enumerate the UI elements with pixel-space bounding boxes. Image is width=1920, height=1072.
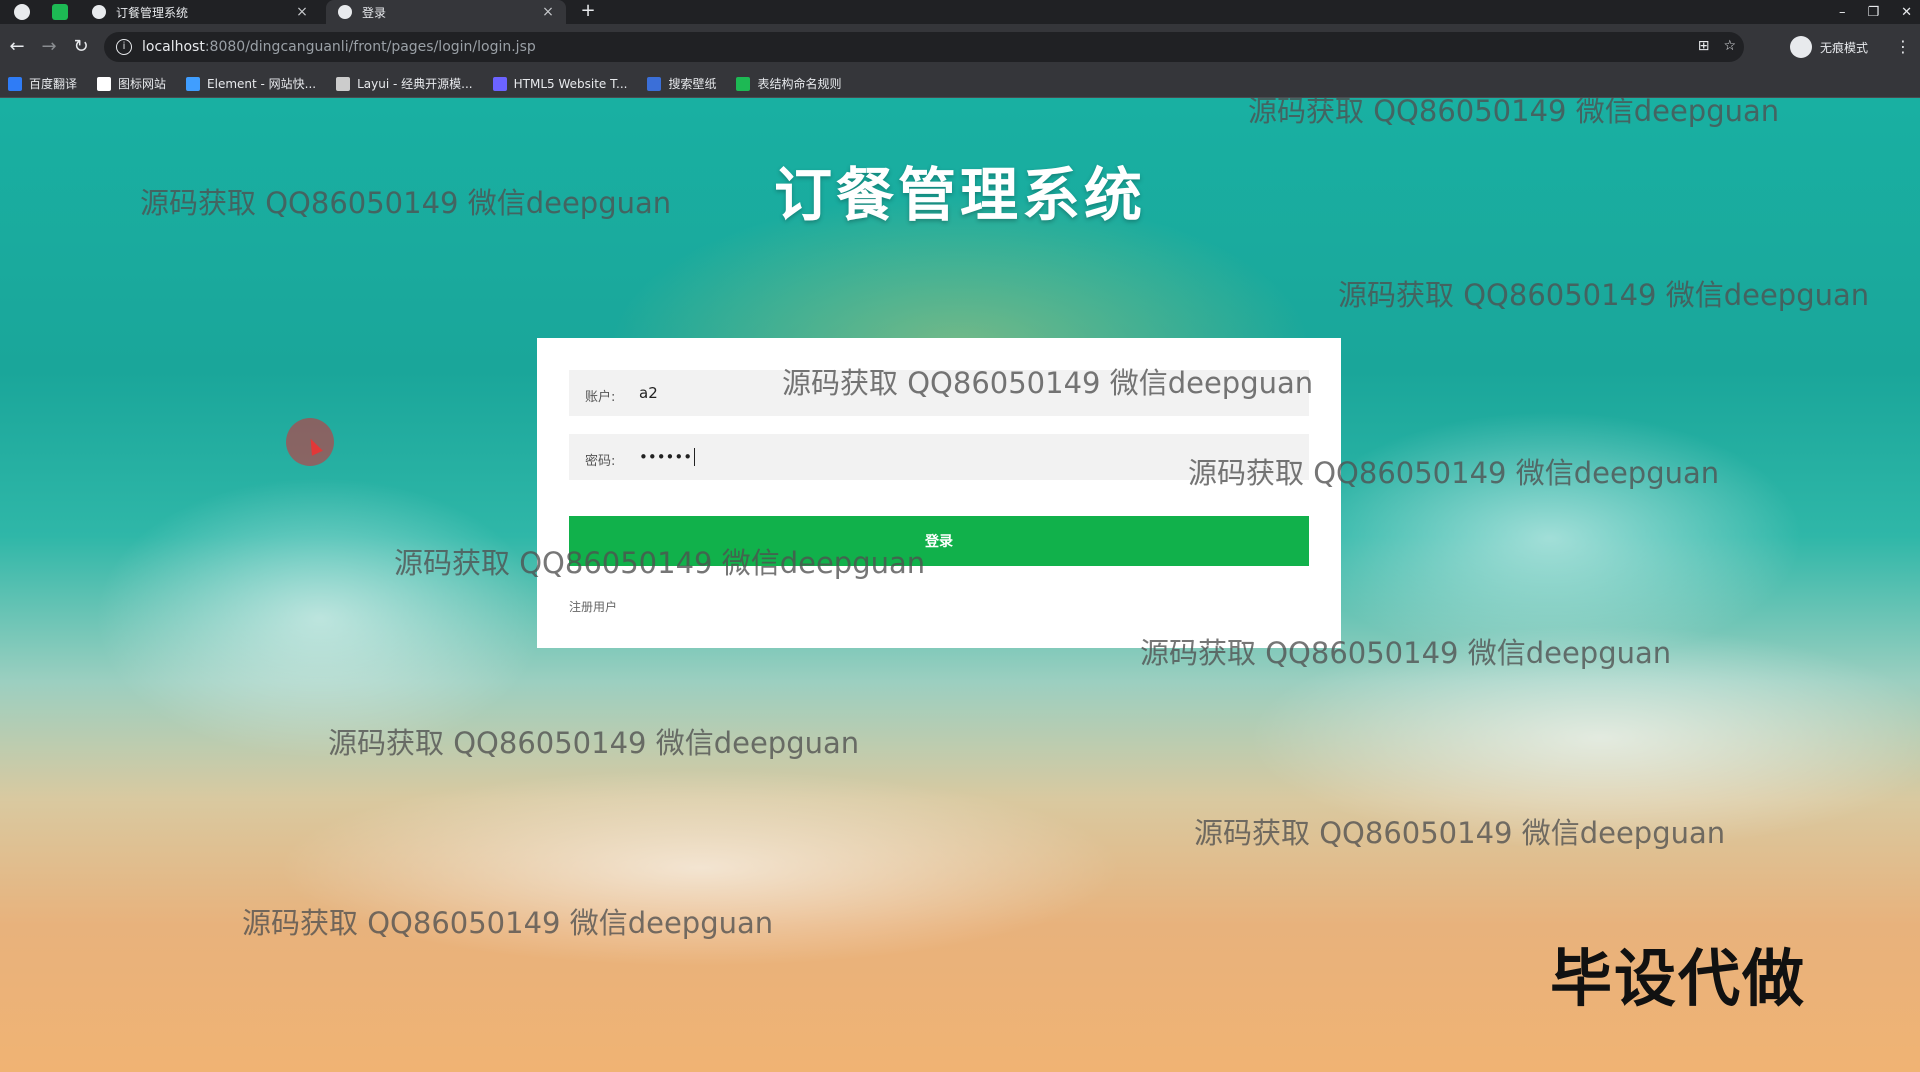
bookmark-item[interactable]: HTML5 Website T... [492,76,628,91]
bookmark-favicon-icon [736,76,751,91]
bookmark-label: 百度翻译 [29,77,78,91]
watermark: 源码获取 QQ86050149 微信deepguan [1248,98,1780,128]
tab-strip: 订餐管理系统 × 登录 × + – ❐ ✕ [0,0,1920,24]
tab-ordering-system[interactable]: 订餐管理系统 × [80,0,320,24]
bookmark-item[interactable]: 百度翻译 [8,75,77,92]
watermark: 源码获取 QQ86050149 微信deepguan [394,546,926,580]
pinned-tab-sheet-icon[interactable] [52,4,68,20]
tab-title: 登录 [362,5,387,20]
close-tab-icon[interactable]: × [540,4,556,20]
watermark: 源码获取 QQ86050149 微信deepguan [242,906,774,940]
bookmark-item[interactable]: 表结构命名规则 [736,75,841,92]
account-label: 账户: [585,389,616,405]
globe-icon [338,5,352,19]
register-link[interactable]: 注册用户 [569,598,617,615]
password-input[interactable]: •••••• [639,448,1239,467]
browser-menu-icon[interactable]: ⋮ [1895,34,1911,60]
bookmark-favicon-icon [8,76,22,91]
incognito-icon [1790,36,1812,58]
forward-icon[interactable]: → [36,34,62,60]
bookmark-label: 表结构命名规则 [757,77,842,91]
bookmark-label: Layui - 经典开源模... [357,77,473,91]
watermark: 源码获取 QQ86050149 微信deepguan [328,726,860,760]
tab-title: 订餐管理系统 [116,5,189,20]
bookmark-favicon-icon [336,76,351,91]
new-tab-button[interactable]: + [576,0,600,24]
watermark: 源码获取 QQ86050149 微信deepguan [1338,278,1870,312]
profile-label: 无痕模式 [1820,40,1869,55]
bookmark-star-icon[interactable]: ☆ [1723,38,1736,54]
bookmark-item[interactable]: 搜索壁纸 [647,75,716,92]
window-controls: – ❐ ✕ [1839,0,1912,24]
browser-toolbar: ← → ↻ i localhost:8080/dingcanguanli/fro… [0,24,1920,70]
bookmark-label: Element - 网站快... [207,77,317,91]
pinned-tab-globe-icon[interactable] [14,4,30,20]
url-text[interactable]: localhost:8080/dingcanguanli/front/pages… [142,39,536,55]
translate-icon[interactable]: ⊞ [1698,38,1710,54]
bookmark-favicon-icon [492,76,507,91]
watermark: 源码获取 QQ86050149 微信deepguan [1194,816,1726,850]
incognito-profile[interactable]: 无痕模式 [1790,34,1868,60]
restore-icon[interactable]: ❐ [1867,5,1879,20]
bookmark-item[interactable]: 图标网站 [97,75,166,92]
bookmark-item[interactable]: Layui - 经典开源模... [336,75,473,92]
site-info-icon[interactable]: i [116,39,132,55]
address-bar[interactable]: i localhost:8080/dingcanguanli/front/pag… [104,32,1744,62]
bookmark-label: 搜索壁纸 [668,77,717,91]
reload-icon[interactable]: ↻ [68,34,94,60]
watermark: 源码获取 QQ86050149 微信deepguan [782,366,1314,400]
watermark: 源码获取 QQ86050149 微信deepguan [1188,456,1720,490]
bookmarks-bar: 百度翻译 图标网站 Element - 网站快... Layui - 经典开源模...… [0,70,1920,98]
close-window-icon[interactable]: ✕ [1901,5,1912,20]
bookmark-favicon-icon [647,76,662,91]
page-viewport: 订餐管理系统 账户: 密码: •••••• 登录 注册用户 源码获取 QQ860… [0,98,1920,1072]
bookmark-favicon-icon [97,76,112,91]
password-label: 密码: [585,453,616,469]
watermark: 源码获取 QQ86050149 微信deepguan [140,186,672,220]
bookmark-favicon-icon [186,76,201,91]
bookmark-label: 图标网站 [118,77,167,91]
watermark: 源码获取 QQ86050149 微信deepguan [1140,636,1672,670]
minimize-icon[interactable]: – [1839,5,1846,20]
tab-login[interactable]: 登录 × [326,0,566,24]
corner-badge: 毕设代做 [1550,942,1807,1015]
back-icon[interactable]: ← [4,34,30,60]
bookmark-label: HTML5 Website T... [513,76,628,91]
globe-icon [92,5,106,19]
bookmark-item[interactable]: Element - 网站快... [186,75,316,92]
close-tab-icon[interactable]: × [294,4,310,20]
